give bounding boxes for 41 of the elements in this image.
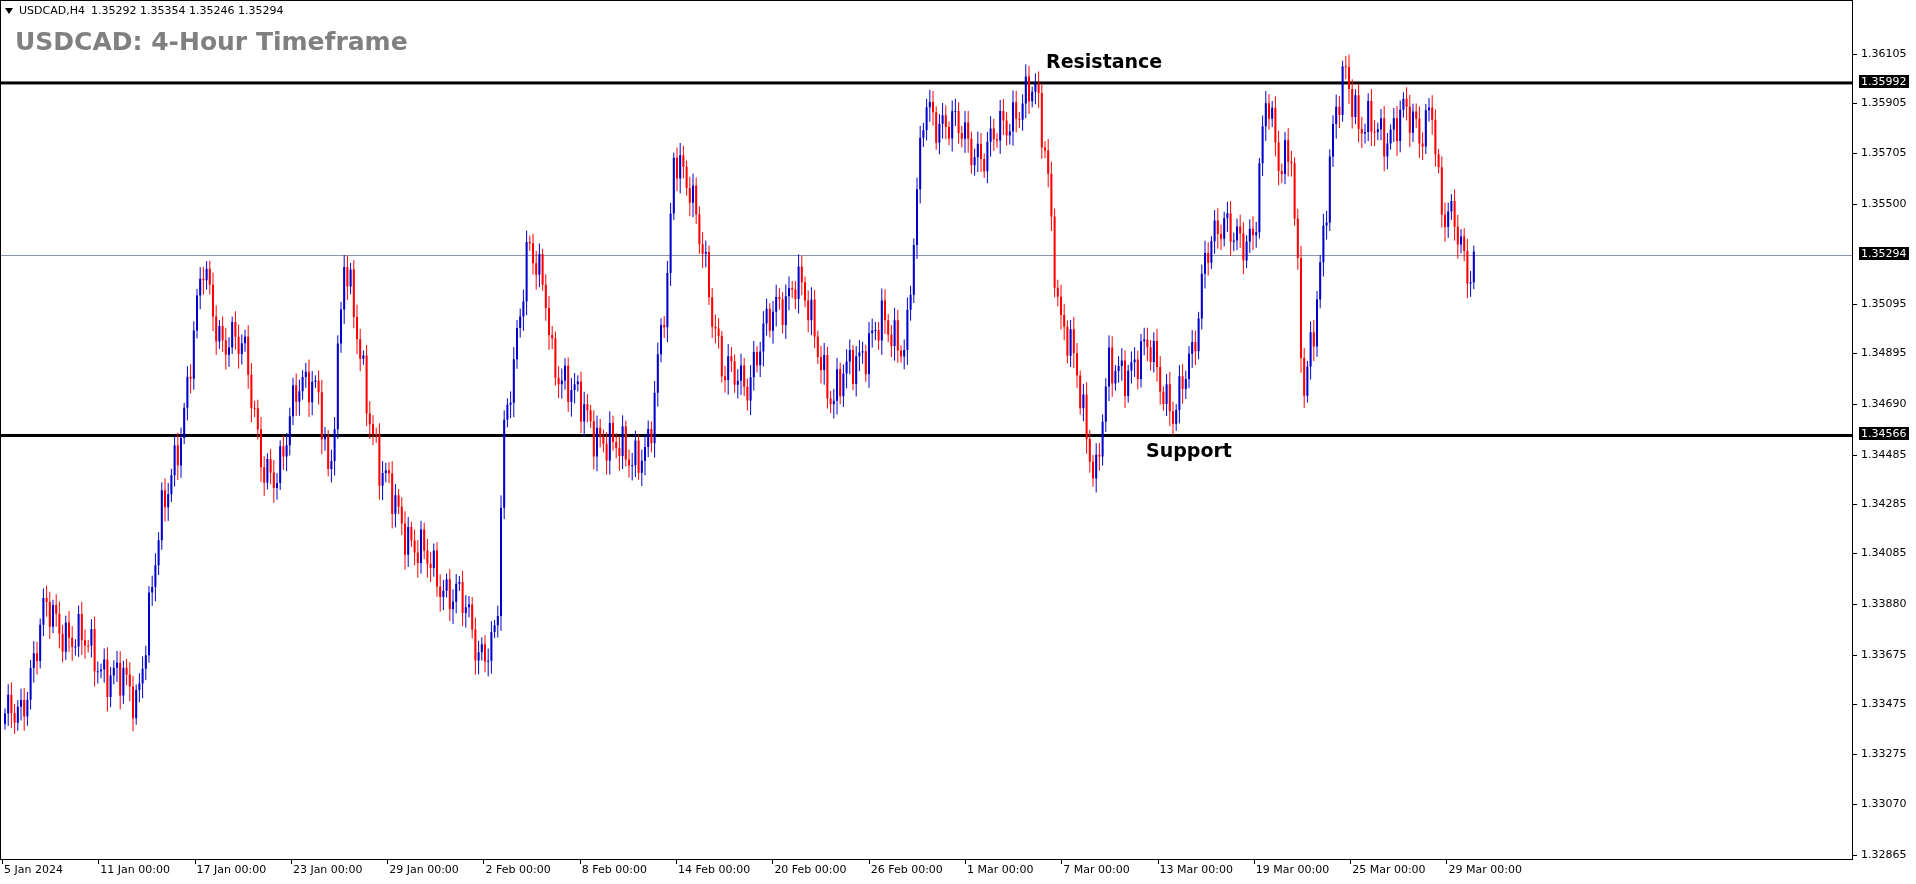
time-axis-label: 13 Mar 00:00 [1159, 863, 1233, 876]
price-axis-label: 1.34690 [1860, 396, 1908, 410]
price-axis-label: 1.33880 [1860, 597, 1908, 611]
price-axis-label: 1.33475 [1860, 697, 1908, 711]
price-axis-label: 1.36105 [1860, 47, 1908, 60]
time-axis-label: 2 Feb 00:00 [485, 863, 551, 876]
time-axis-label: 19 Mar 00:00 [1255, 863, 1330, 876]
time-axis-label: 17 Jan 00:00 [196, 863, 267, 876]
price-axis-label: 1.33275 [1860, 746, 1908, 760]
time-axis-label: 25 Mar 00:00 [1352, 863, 1426, 876]
time-axis-label: 29 Jan 00:00 [389, 863, 459, 876]
price-level-tag: 1.34566 [1859, 427, 1909, 441]
price-axis-label: 1.34085 [1860, 546, 1908, 560]
price-axis-label: 1.35705 [1860, 145, 1908, 159]
dropdown-triangle-icon[interactable] [5, 7, 13, 14]
price-axis-label: 1.35905 [1860, 96, 1908, 110]
time-axis-label: 8 Feb 00:00 [581, 863, 647, 876]
price-axis-label: 1.35500 [1860, 196, 1908, 210]
time-axis-label: 7 Mar 00:00 [1063, 863, 1130, 876]
time-axis-label: 26 Feb 00:00 [870, 863, 943, 876]
price-level-tag: 1.35294 [1859, 247, 1909, 261]
symbol-timeframe: USDCAD,H4 [19, 4, 85, 17]
time-axis-label: 1 Mar 00:00 [966, 863, 1034, 876]
resistance-label: Resistance [1046, 49, 1163, 72]
time-axis-label: 14 Feb 00:00 [678, 863, 751, 876]
time-axis-label: 5 Jan 2024 [4, 863, 63, 876]
price-axis-label: 1.34485 [1860, 447, 1908, 461]
time-axis-label: 11 Jan 00:00 [100, 863, 170, 876]
chart-title: USDCAD: 4-Hour Timeframe [15, 27, 408, 56]
price-axis-label: 1.34285 [1860, 496, 1908, 510]
support-label: Support [1146, 439, 1232, 462]
time-axis-label: 23 Jan 00:00 [292, 863, 363, 876]
ohlc-quotes: 1.35292 1.35354 1.35246 1.35294 [90, 4, 284, 17]
price-axis-label: 1.35095 [1860, 296, 1908, 310]
time-axis-label: 29 Mar 00:00 [1448, 863, 1522, 876]
price-axis-label: 1.33675 [1860, 647, 1908, 661]
price-axis-label: 1.34895 [1860, 346, 1908, 360]
price-axis-label: 1.33070 [1860, 797, 1908, 811]
time-axis-label: 20 Feb 00:00 [774, 863, 847, 876]
price-level-tag: 1.35992 [1859, 74, 1909, 88]
price-axis-label: 1.32865 [1860, 848, 1908, 861]
